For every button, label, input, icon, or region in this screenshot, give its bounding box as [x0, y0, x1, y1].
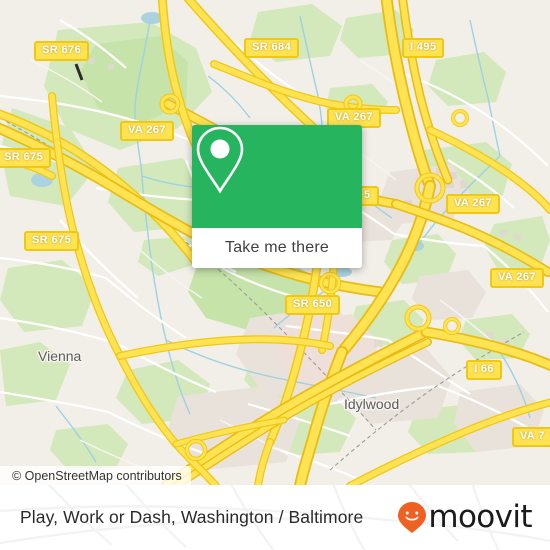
place-label-idylwood: Idylwood	[344, 396, 400, 412]
road-shield: SR 650	[285, 295, 341, 315]
road-shield: SR 684	[244, 38, 300, 58]
attribution-text: © OpenStreetMap contributors	[12, 469, 182, 483]
map-canvas[interactable]: .park{fill:#d3e8bb;} .parkdk{fill:#c6e3a…	[0, 0, 550, 485]
place-label-vienna: Vienna	[38, 348, 82, 364]
moovit-brand[interactable]: moovit	[397, 499, 533, 535]
popup-image-area	[192, 125, 362, 228]
location-popup-card[interactable]: Take me there	[192, 125, 362, 268]
road-shield: VA 267	[446, 194, 500, 214]
road-shield: I 495	[402, 38, 445, 58]
road-shield: VA 267	[120, 121, 174, 141]
moovit-wordmark: moovit	[428, 499, 532, 535]
road-shield: VA 267	[490, 268, 544, 288]
moovit-smiley-pin-icon	[398, 502, 427, 533]
map-attribution[interactable]: © OpenStreetMap contributors	[0, 466, 191, 485]
page-title: Play, Work or Dash, Washington / Baltimo…	[20, 507, 364, 527]
road-shield: SR 675	[24, 231, 80, 251]
take-me-there-button[interactable]: Take me there	[192, 228, 362, 268]
map-pin-icon	[196, 126, 244, 194]
road-shield: VA 7	[512, 427, 550, 447]
road-shield: SR 675	[0, 148, 52, 168]
road-shield: SR 676	[34, 41, 90, 61]
footer-bar: Play, Work or Dash, Washington / Baltimo…	[0, 485, 550, 550]
road-shield: I 66	[466, 360, 502, 380]
take-me-there-label: Take me there	[225, 239, 329, 256]
map-screenshot: .park{fill:#d3e8bb;} .parkdk{fill:#c6e3a…	[0, 0, 550, 550]
